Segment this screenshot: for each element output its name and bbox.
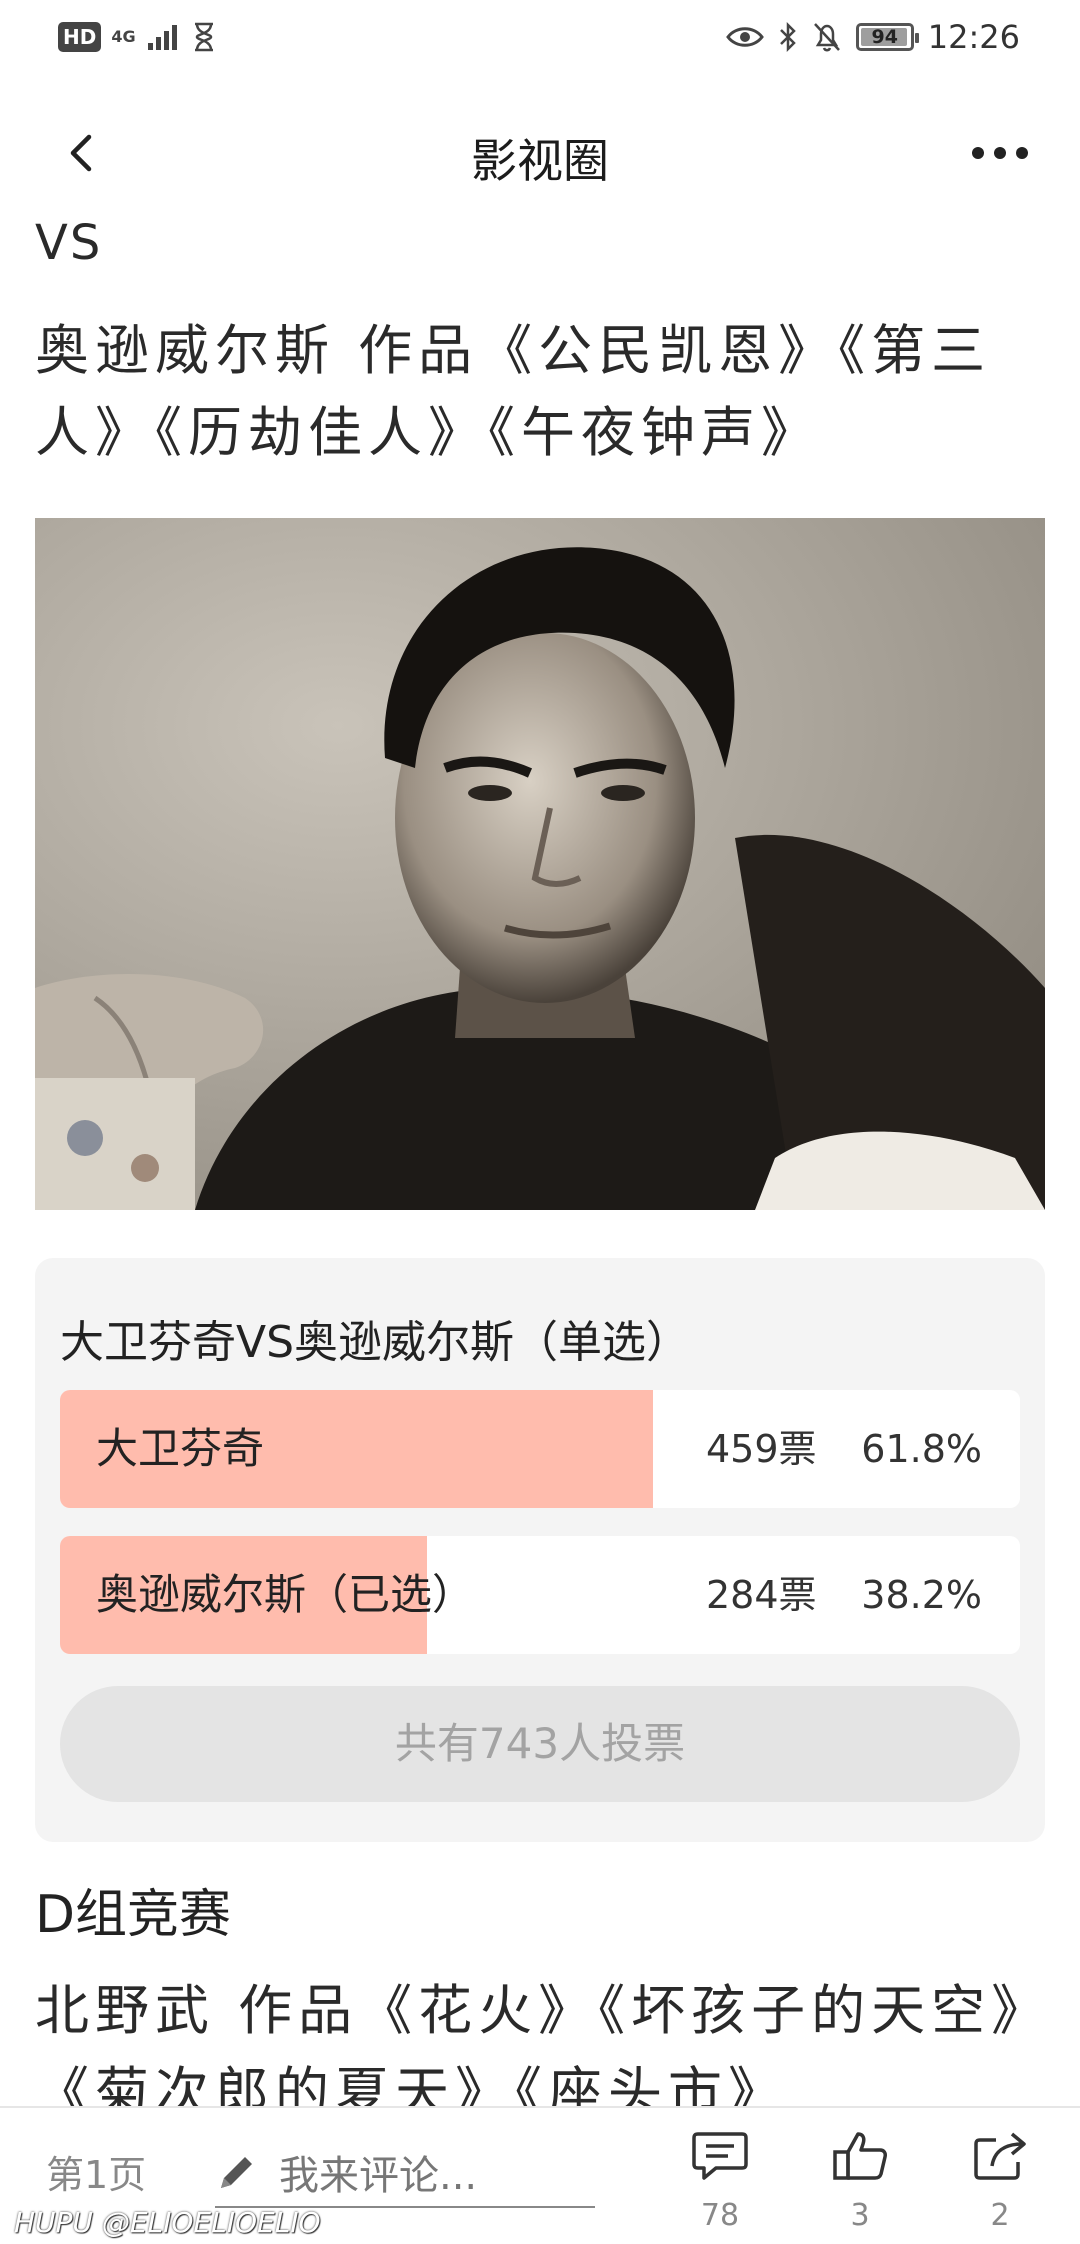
eye-icon bbox=[725, 27, 764, 47]
status-right: 94 12:26 bbox=[725, 18, 1020, 56]
poll-option-votes: 284票 bbox=[706, 1573, 817, 1617]
like-button[interactable]: 3 bbox=[815, 2128, 905, 2233]
more-dot-icon bbox=[1016, 147, 1028, 159]
mute-bell-icon bbox=[813, 23, 840, 52]
network-indicator: 4G bbox=[111, 27, 136, 46]
poll-total-votes: 共有743人投票 bbox=[60, 1686, 1020, 1802]
comments-button[interactable]: 78 bbox=[675, 2128, 765, 2233]
poll-option-label: 奥逊威尔斯（已选） bbox=[96, 1570, 475, 1619]
post-description: 奥逊威尔斯 作品《公民凯恩》《第三人》《历劫佳人》《午夜钟声》 bbox=[35, 319, 992, 464]
hourglass-icon bbox=[194, 22, 213, 52]
watermark: HUPU @ELIOELIOELIO bbox=[14, 2206, 321, 2239]
vs-text: VS bbox=[35, 215, 103, 271]
poll-option-percent: 61.8% bbox=[861, 1427, 982, 1471]
comment-placeholder: 我来评论... bbox=[279, 2153, 478, 2199]
clock: 12:26 bbox=[927, 18, 1020, 56]
poll-option-2[interactable]: 奥逊威尔斯（已选） 284票 38.2% bbox=[60, 1536, 1020, 1654]
portrait-image bbox=[35, 518, 1045, 1210]
more-dot-icon bbox=[972, 147, 984, 159]
signal-icon bbox=[147, 25, 177, 50]
battery-level: 94 bbox=[871, 26, 898, 48]
status-bar: HD 4G 94 12:26 bbox=[0, 0, 1080, 80]
share-button[interactable]: 2 bbox=[955, 2128, 1045, 2233]
battery-icon: 94 bbox=[855, 23, 919, 51]
poll-option-percent: 38.2% bbox=[861, 1573, 982, 1617]
poll-option-1[interactable]: 大卫芬奇 459票 61.8% bbox=[60, 1390, 1020, 1508]
more-dot-icon bbox=[994, 147, 1006, 159]
bluetooth-icon bbox=[779, 21, 796, 53]
thumbs-up-icon bbox=[833, 2132, 887, 2180]
poll-card: 大卫芬奇VS奥逊威尔斯（单选） 大卫芬奇 459票 61.8% 奥逊威尔斯（已选… bbox=[35, 1258, 1045, 1842]
nav-bar: 影视圈 bbox=[0, 100, 1080, 210]
page-indicator[interactable]: 第1页 bbox=[46, 2144, 146, 2199]
likes-count: 3 bbox=[850, 2198, 870, 2233]
status-left: HD 4G bbox=[58, 22, 216, 52]
poll-option-label: 大卫芬奇 bbox=[96, 1424, 265, 1473]
page-title: 影视圈 bbox=[471, 134, 609, 188]
poll-option-votes: 459票 bbox=[706, 1427, 817, 1471]
poll-title: 大卫芬奇VS奥逊威尔斯（单选） bbox=[60, 1317, 691, 1368]
comment-input[interactable]: 我来评论... bbox=[215, 2138, 595, 2208]
pencil-icon bbox=[221, 2157, 252, 2188]
hd-badge: HD bbox=[58, 22, 102, 52]
comments-count: 78 bbox=[700, 2198, 740, 2233]
group-title: D组竞赛 bbox=[35, 1885, 232, 1945]
post-photo[interactable] bbox=[35, 518, 1045, 1210]
page: HD 4G 94 12:26 影视圈 VS 奥逊威尔斯 作品《公民凯恩》《第三人… bbox=[0, 0, 1080, 2244]
more-options-button[interactable] bbox=[960, 128, 1040, 178]
shares-count: 2 bbox=[990, 2198, 1010, 2233]
comment-bubble-icon bbox=[692, 2132, 748, 2180]
share-icon bbox=[974, 2132, 1026, 2180]
